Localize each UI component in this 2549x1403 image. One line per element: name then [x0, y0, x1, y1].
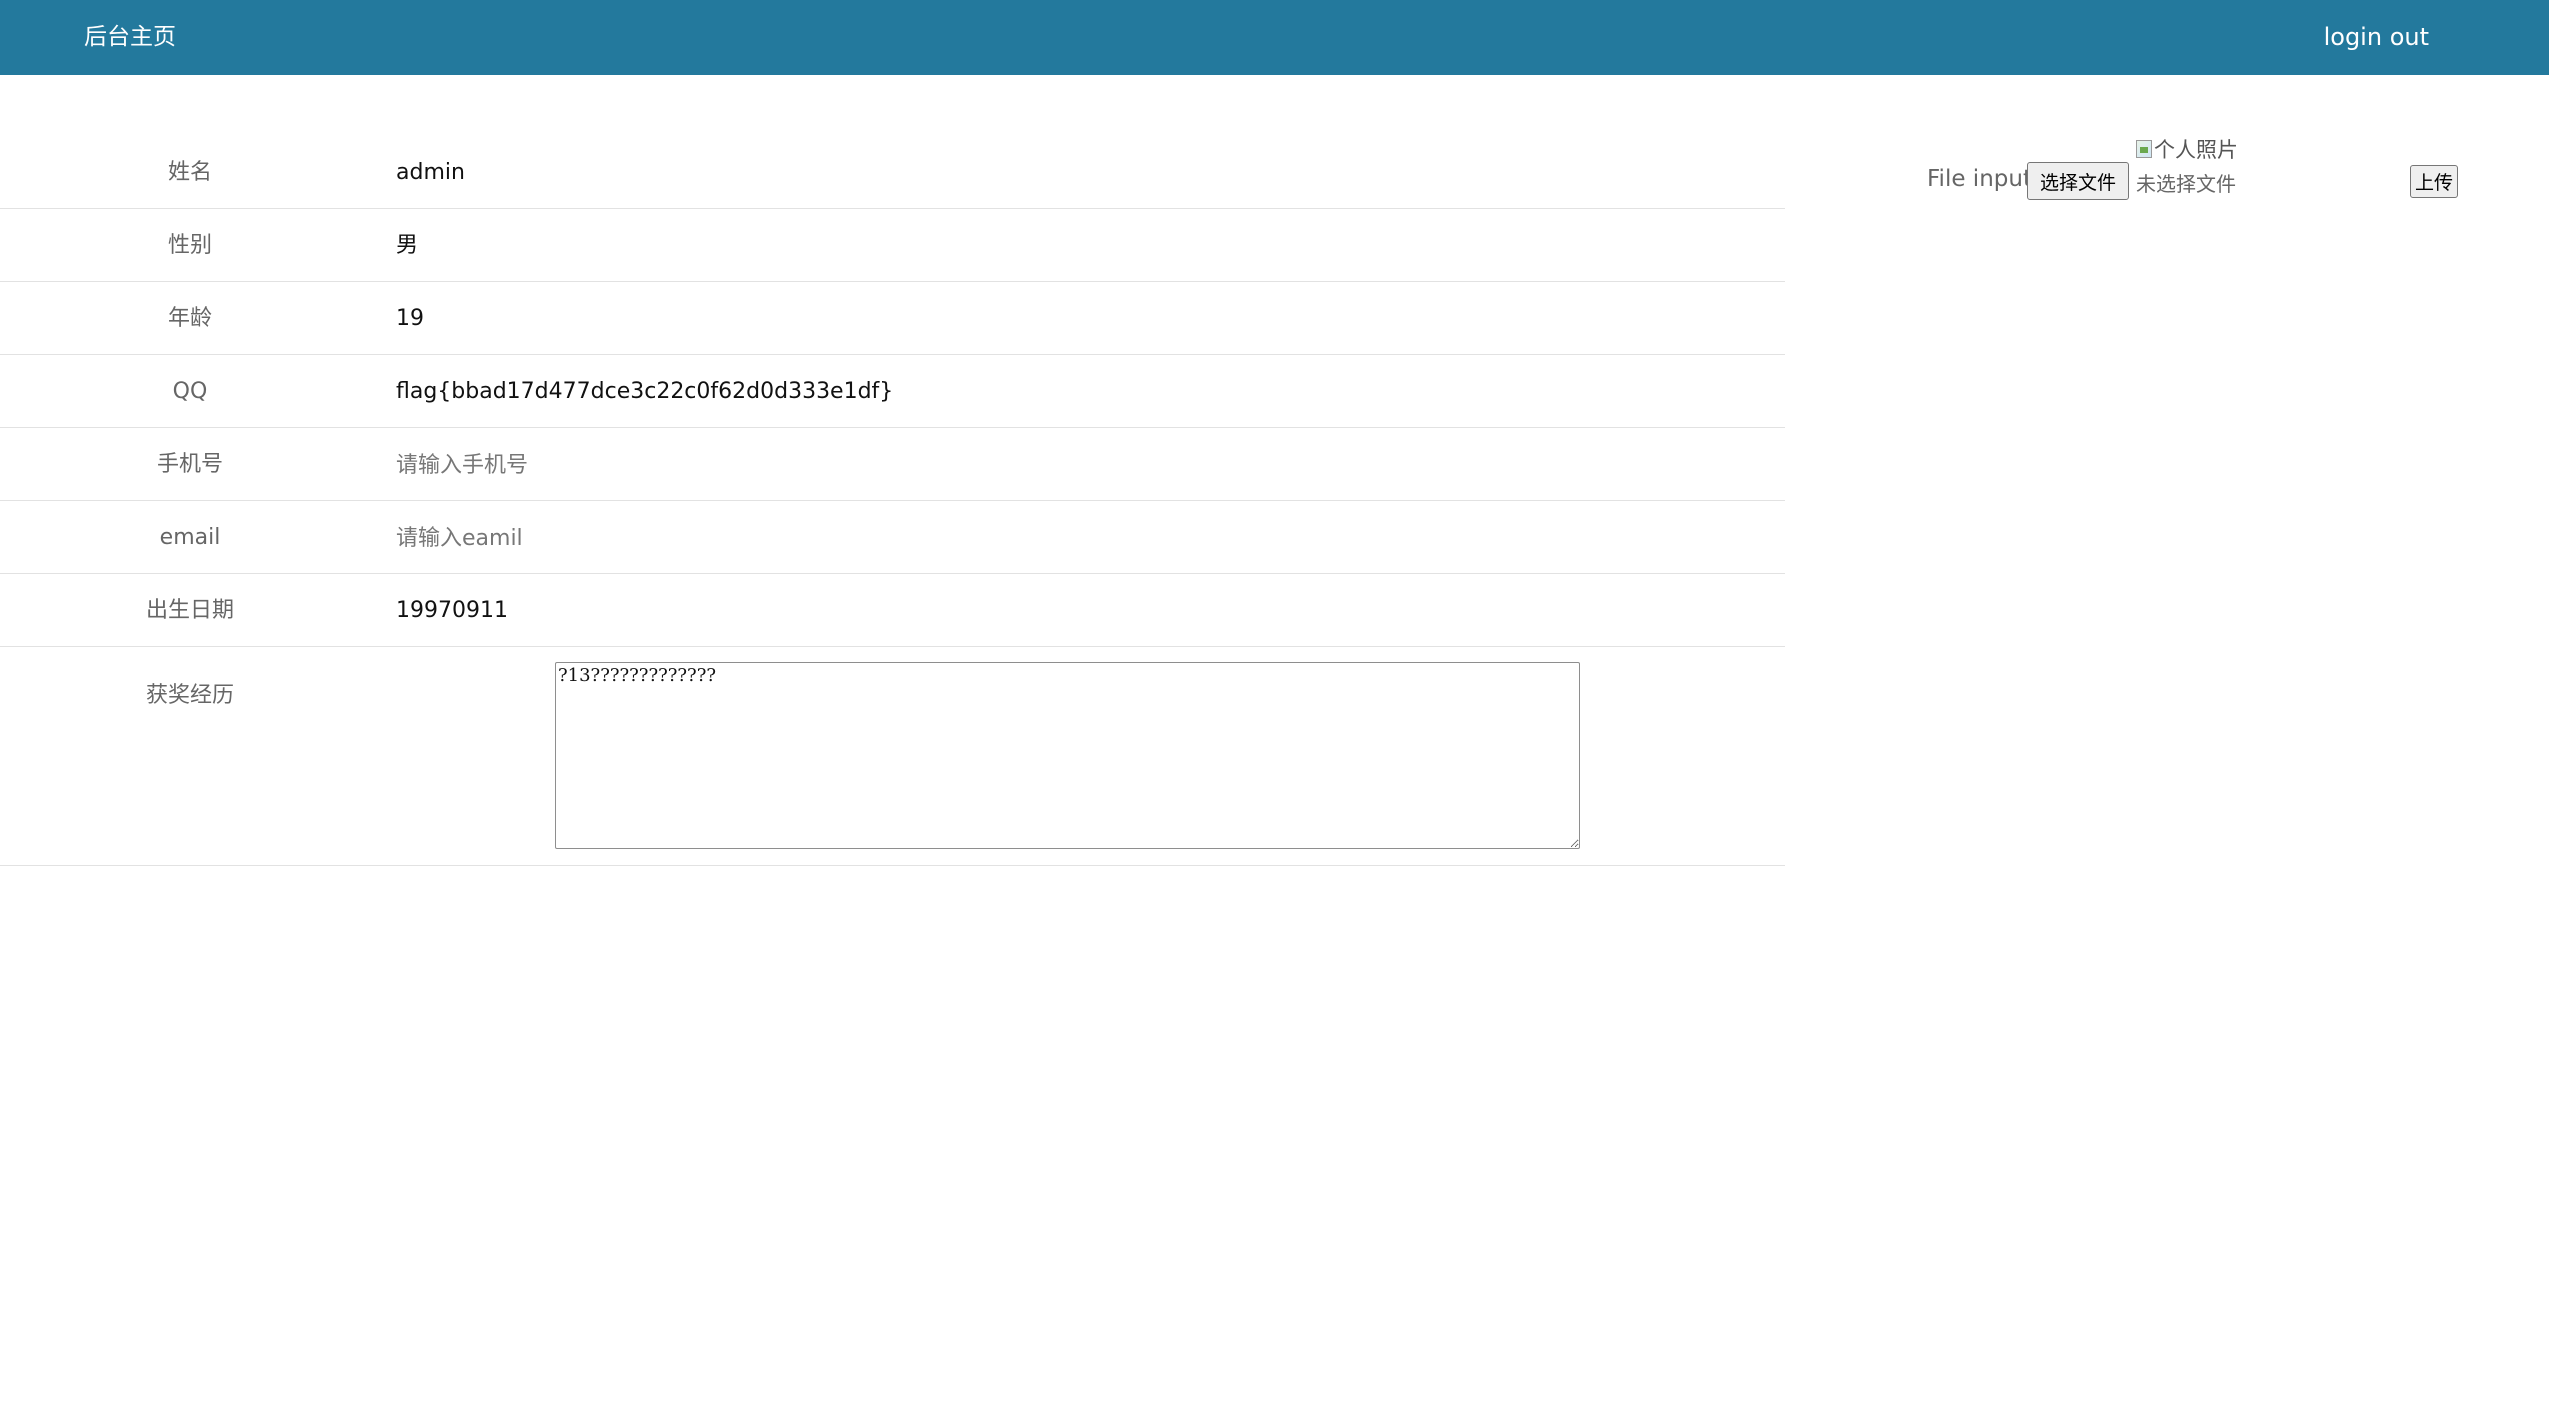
age-value: 19: [396, 306, 424, 331]
profile-row-awards: 获奖经历 ?13?????????????: [0, 647, 1785, 866]
logout-link[interactable]: login out: [2324, 0, 2429, 75]
top-nav-bar: 后台主页 login out: [0, 0, 2549, 75]
awards-label: 获奖经历: [145, 683, 234, 708]
email-input[interactable]: [396, 519, 1296, 557]
choose-file-button[interactable]: 选择文件: [2027, 162, 2130, 200]
phone-label: 手机号: [156, 452, 223, 477]
profile-row-gender: 性别 男: [0, 209, 1785, 282]
profile-row-qq: QQ flag{bbad17d477dce3c22c0f62d0d333e1df…: [0, 355, 1785, 428]
age-label: 年龄: [167, 306, 212, 331]
profile-row-name: 姓名 admin: [0, 136, 1785, 209]
profile-row-phone: 手机号: [0, 428, 1785, 501]
profile-photo: 个人照片: [2136, 134, 2238, 164]
email-label: email: [159, 525, 221, 550]
file-status-text: 未选择文件: [2136, 172, 2236, 196]
awards-textarea[interactable]: ?13?????????????: [555, 662, 1580, 849]
file-input-label: File input: [1927, 166, 2032, 192]
profile-photo-alt-text: 个人照片: [2154, 138, 2238, 162]
birthdate-label: 出生日期: [145, 598, 234, 623]
qq-label: QQ: [172, 379, 208, 404]
phone-input[interactable]: [396, 446, 1296, 484]
profile-row-birthdate: 出生日期 19970911: [0, 574, 1785, 647]
name-value: admin: [396, 160, 465, 185]
qq-value: flag{bbad17d477dce3c22c0f62d0d333e1df}: [396, 379, 894, 404]
gender-label: 性别: [167, 233, 212, 258]
profile-row-email: email: [0, 501, 1785, 574]
upload-button[interactable]: 上传: [2410, 165, 2459, 198]
profile-row-age: 年龄 19: [0, 282, 1785, 355]
name-label: 姓名: [167, 160, 212, 185]
birthdate-value: 19970911: [396, 598, 508, 623]
profile-table: 姓名 admin 性别 男 年龄 19 QQ flag{bbad17d477dc…: [0, 136, 1785, 866]
photo-upload-panel: 个人照片 File input 选择文件 未选择文件 上传: [1900, 130, 2460, 210]
admin-home-link[interactable]: 后台主页: [84, 0, 176, 75]
broken-image-icon: [2136, 140, 2152, 158]
gender-value: 男: [396, 233, 419, 258]
